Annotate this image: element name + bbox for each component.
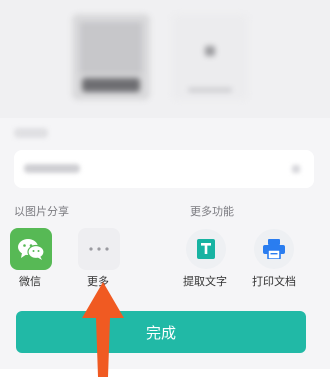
- blurred-field-label: [14, 128, 48, 138]
- image-thumbnail[interactable]: [72, 14, 150, 100]
- add-image-tile[interactable]: [172, 14, 248, 100]
- more-functions-title: 更多功能: [190, 205, 234, 218]
- print-document-button[interactable]: [254, 229, 294, 269]
- print-document-label: 打印文档: [252, 275, 296, 288]
- share-section-title: 以图片分享: [14, 205, 69, 218]
- share-wechat-button[interactable]: [10, 228, 52, 270]
- image-preview-area: [0, 0, 330, 118]
- blurred-select-field[interactable]: [14, 150, 314, 188]
- bottom-sheet-edge: [0, 369, 330, 377]
- printer-icon: [263, 239, 285, 259]
- wechat-icon: [18, 239, 45, 260]
- more-icon: [89, 247, 109, 251]
- extract-text-label: 提取文字: [183, 275, 227, 288]
- done-button[interactable]: 完成: [16, 311, 306, 353]
- extract-text-button[interactable]: [186, 229, 226, 269]
- pointer-arrow-icon: [82, 282, 124, 377]
- share-wechat-label: 微信: [19, 275, 41, 288]
- text-extract-icon: [197, 239, 215, 259]
- share-more-button[interactable]: [78, 228, 120, 270]
